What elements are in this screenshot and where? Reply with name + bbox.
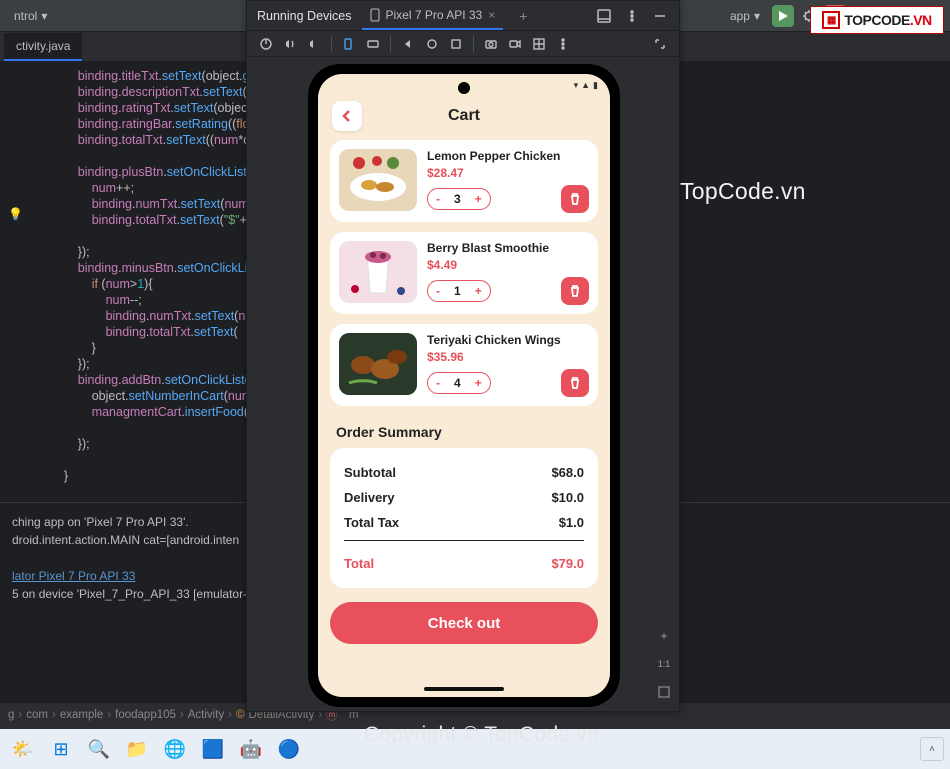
plus-button[interactable]: + <box>475 377 482 389</box>
plus-button[interactable]: + <box>475 193 482 205</box>
subtotal-label: Subtotal <box>344 465 396 480</box>
cart-item: Berry Blast Smoothie $4.49 - 1 + <box>330 232 598 314</box>
summary-card: Subtotal $68.0 Delivery $10.0 Total Tax $1.… <box>330 448 598 588</box>
voldown-icon[interactable] <box>305 35 323 53</box>
running-devices-panel: Running Devices Pixel 7 Pro API 33 × + <box>246 0 680 712</box>
minus-button[interactable]: - <box>436 377 440 389</box>
back-icon[interactable] <box>399 35 417 53</box>
more-icon[interactable] <box>852 7 870 25</box>
file-tab-activity[interactable]: ctivity.java <box>4 33 82 61</box>
emu-zoom-controls: + 1:1 <box>655 627 673 701</box>
home-icon[interactable] <box>423 35 441 53</box>
device-screen[interactable]: ▾▲▮ Cart Lemon Pepper Chicken $28.47 <box>318 74 610 697</box>
search-icon[interactable] <box>876 7 894 25</box>
crumb[interactable]: g <box>8 709 14 721</box>
crumb[interactable]: foodapp105 <box>115 709 176 721</box>
add-device-button[interactable]: + <box>513 8 533 24</box>
emu-toolbar <box>247 31 679 57</box>
cart-list: Lemon Pepper Chicken $28.47 - 3 + <box>318 136 610 410</box>
delete-button[interactable] <box>561 185 589 213</box>
settings-icon[interactable] <box>900 7 918 25</box>
total-value: $79.0 <box>551 556 584 571</box>
item-name: Teriyaki Chicken Wings <box>427 333 589 347</box>
tb-search-icon[interactable]: 🔍 <box>82 732 116 766</box>
more-icon[interactable] <box>554 35 572 53</box>
dock-icon[interactable] <box>595 7 613 25</box>
tb-chrome-icon[interactable]: 🔵 <box>272 732 306 766</box>
camera-cutout <box>458 82 470 94</box>
qty-value: 1 <box>454 284 461 298</box>
page-title: Cart <box>448 107 480 125</box>
run-config-dropdown[interactable]: ntrol ▾ <box>8 7 53 25</box>
tb-explorer-icon[interactable]: 📁 <box>120 732 154 766</box>
minus-button[interactable]: - <box>436 285 440 297</box>
windows-taskbar: 🌤️ ⊞ 🔍 📁 🌐 🟦 🤖 🔵 ˄ <box>0 729 950 769</box>
qty-stepper: - 3 + <box>427 188 491 210</box>
back-button[interactable] <box>332 101 362 131</box>
item-price: $4.49 <box>427 258 589 272</box>
expand-icon[interactable] <box>651 35 669 53</box>
item-price: $28.47 <box>427 166 589 180</box>
zoom-11-button[interactable]: 1:1 <box>655 655 673 673</box>
screenshot-icon[interactable] <box>482 35 500 53</box>
item-name: Lemon Pepper Chicken <box>427 149 589 163</box>
tb-start-icon[interactable]: ⊞ <box>44 732 78 766</box>
power-icon[interactable] <box>257 35 275 53</box>
food-image <box>339 149 417 211</box>
tax-value: $1.0 <box>559 515 584 530</box>
delete-button[interactable] <box>561 369 589 397</box>
device-tab[interactable]: Pixel 7 Pro API 33 × <box>362 2 504 30</box>
panel-title: Running Devices <box>257 9 352 23</box>
crumb[interactable]: Activity <box>188 709 224 721</box>
rotate-left-icon[interactable] <box>340 35 358 53</box>
cart-item: Teriyaki Chicken Wings $35.96 - 4 + <box>330 324 598 406</box>
tb-studio-icon[interactable]: 🤖 <box>234 732 268 766</box>
tb-weather-icon[interactable]: 🌤️ <box>6 732 40 766</box>
module-dropdown[interactable]: app ▾ <box>724 7 766 25</box>
checkout-button[interactable]: Check out <box>330 602 598 644</box>
rotate-right-icon[interactable] <box>364 35 382 53</box>
zoom-fit-button[interactable] <box>655 683 673 701</box>
summary-title: Order Summary <box>318 410 610 448</box>
device-frame: ▾▲▮ Cart Lemon Pepper Chicken $28.47 <box>308 64 620 707</box>
total-label: Total <box>344 556 374 571</box>
tb-app-icon[interactable]: 🟦 <box>196 732 230 766</box>
crumb[interactable]: com <box>26 709 48 721</box>
minus-button[interactable]: - <box>436 193 440 205</box>
recents-icon[interactable] <box>447 35 465 53</box>
record-icon[interactable] <box>506 35 524 53</box>
intention-bulb-icon[interactable]: 💡 <box>8 206 23 222</box>
tb-tray-chevron[interactable]: ˄ <box>920 737 944 761</box>
tax-label: Total Tax <box>344 515 399 530</box>
qty-value: 4 <box>454 376 461 390</box>
delete-button[interactable] <box>561 277 589 305</box>
tb-edge-icon[interactable]: 🌐 <box>158 732 192 766</box>
cart-item: Lemon Pepper Chicken $28.47 - 3 + <box>330 140 598 222</box>
subtotal-value: $68.0 <box>551 465 584 480</box>
minimize-icon[interactable] <box>651 7 669 25</box>
nav-bar-pill[interactable] <box>424 687 504 691</box>
delivery-label: Delivery <box>344 490 395 505</box>
qty-stepper: - 4 + <box>427 372 491 394</box>
more-icon[interactable] <box>623 7 641 25</box>
user-icon[interactable] <box>924 7 942 25</box>
divider <box>344 540 584 541</box>
zoom-in-button[interactable]: + <box>655 627 673 645</box>
run-button[interactable] <box>772 5 794 27</box>
plus-button[interactable]: + <box>475 285 482 297</box>
stop-button[interactable] <box>824 5 846 27</box>
volup-icon[interactable] <box>281 35 299 53</box>
qty-value: 3 <box>454 192 461 206</box>
crumb[interactable]: example <box>60 709 103 721</box>
food-image <box>339 333 417 395</box>
delivery-value: $10.0 <box>551 490 584 505</box>
food-image <box>339 241 417 303</box>
qty-stepper: - 1 + <box>427 280 491 302</box>
emu-titlebar: Running Devices Pixel 7 Pro API 33 × + <box>247 1 679 31</box>
debug-icon[interactable] <box>800 7 818 25</box>
app-header: Cart <box>318 96 610 136</box>
item-price: $35.96 <box>427 350 589 364</box>
resize-icon[interactable] <box>530 35 548 53</box>
item-name: Berry Blast Smoothie <box>427 241 589 255</box>
